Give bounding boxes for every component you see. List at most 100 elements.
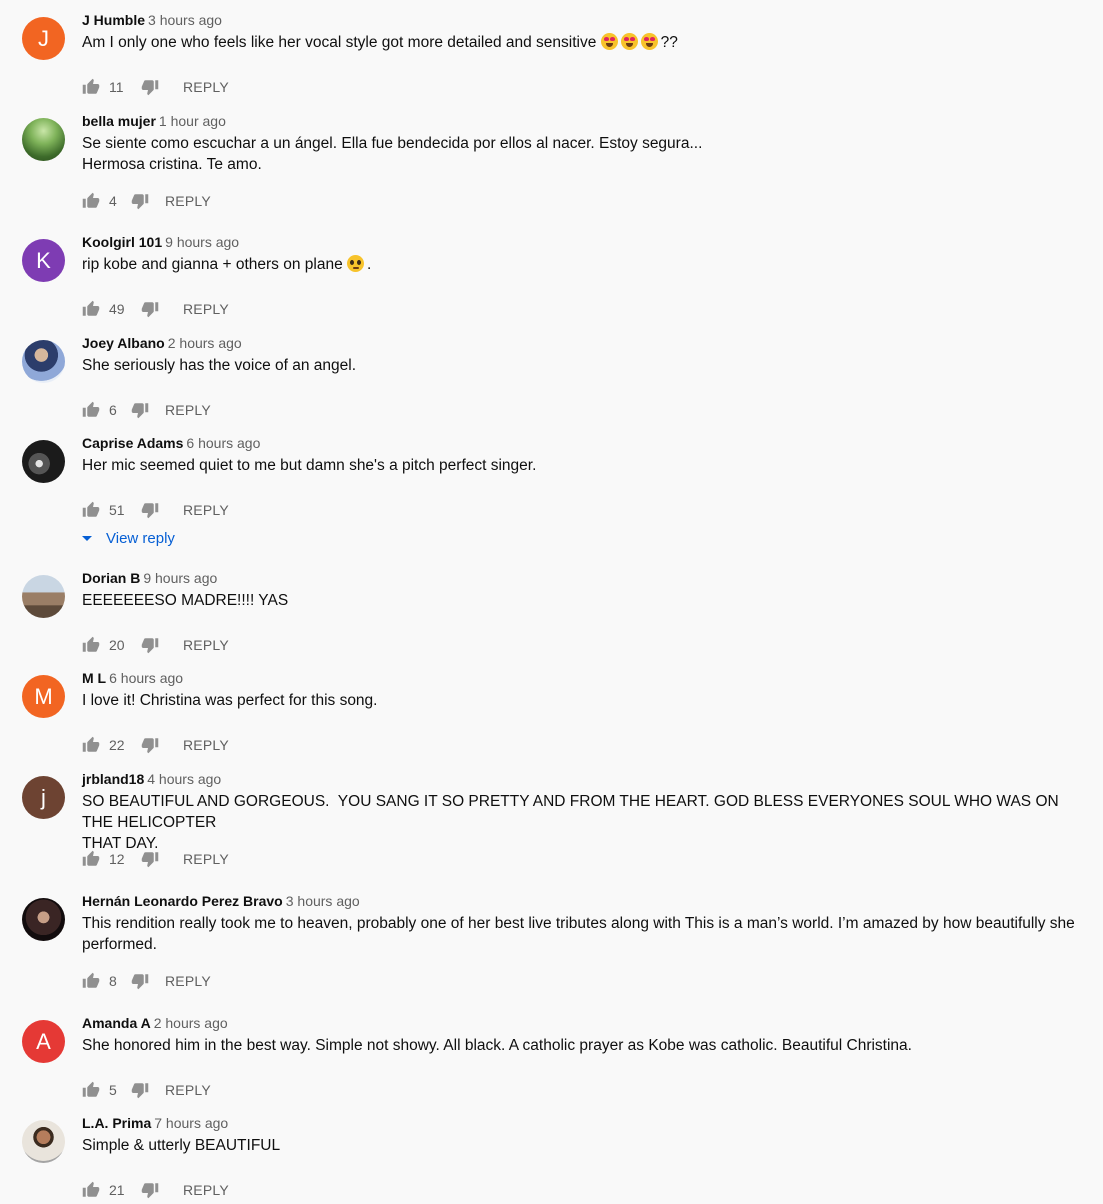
avatar-letter: M xyxy=(34,683,53,709)
comment-text-start: rip kobe and gianna + others on plane xyxy=(82,256,347,273)
comment-header: Joey Albano 2 hours ago xyxy=(82,335,242,352)
author-name[interactable]: Dorian B xyxy=(82,570,140,586)
avatar[interactable]: K xyxy=(22,239,65,282)
avatar[interactable] xyxy=(22,898,65,941)
comment-actions: 22 REPLY xyxy=(82,735,229,755)
reply-button[interactable]: REPLY xyxy=(165,402,211,418)
comment-timestamp[interactable]: 2 hours ago xyxy=(168,335,242,351)
like-count: 6 xyxy=(109,402,117,418)
comment-header: Dorian B9 hours ago xyxy=(82,570,217,587)
thumbs-up-icon[interactable] xyxy=(82,636,100,654)
author-name[interactable]: J Humble xyxy=(82,12,145,28)
avatar-letter: K xyxy=(36,247,51,273)
comment-timestamp[interactable]: 6 hours ago xyxy=(186,435,260,451)
comment-actions: 8 REPLY xyxy=(82,971,211,991)
comment-text: She seriously has the voice of an angel. xyxy=(82,357,357,374)
avatar[interactable] xyxy=(22,118,65,161)
thumbs-down-icon[interactable] xyxy=(141,850,159,868)
comment-text: Se siente como escuchar a un ángel. Ella… xyxy=(82,135,703,173)
thumbs-up-icon[interactable] xyxy=(82,850,100,868)
thumbs-down-icon[interactable] xyxy=(141,78,159,96)
avatar[interactable]: J xyxy=(22,17,65,60)
thumbs-down-icon[interactable] xyxy=(141,1181,159,1199)
comment-item: L.A. Prima 7 hours ago Simple & utterly BE… xyxy=(0,1115,1103,1199)
avatar[interactable]: A xyxy=(22,1020,65,1063)
author-name[interactable]: Amanda A xyxy=(82,1015,151,1031)
thumbs-down-icon[interactable] xyxy=(131,192,149,210)
comment-actions: 51 REPLY xyxy=(82,500,229,520)
reply-button[interactable]: REPLY xyxy=(183,637,229,653)
view-reply-button[interactable]: View reply xyxy=(82,530,175,547)
like-count: 22 xyxy=(109,737,125,753)
comment-text: I love it! Christina was perfect for thi… xyxy=(82,692,378,709)
thumbs-down-icon[interactable] xyxy=(141,736,159,754)
avatar[interactable] xyxy=(22,340,65,383)
comment-text: She honored him in the best way. Simple … xyxy=(82,1037,912,1054)
author-name[interactable]: M L xyxy=(82,670,106,686)
comment-timestamp[interactable]: 7 hours ago xyxy=(154,1115,228,1131)
avatar[interactable]: j xyxy=(22,776,65,819)
reply-button[interactable]: REPLY xyxy=(165,1082,211,1098)
thumbs-up-icon[interactable] xyxy=(82,1181,100,1199)
avatar[interactable] xyxy=(22,440,65,483)
like-count: 5 xyxy=(109,1082,117,1098)
comment-text-start: Am I only one who feels like her vocal s… xyxy=(82,34,601,51)
comment-timestamp[interactable]: 4 hours ago xyxy=(147,771,221,787)
like-count: 4 xyxy=(109,193,117,209)
thumbs-up-icon[interactable] xyxy=(82,78,100,96)
comment-timestamp[interactable]: 2 hours ago xyxy=(154,1015,228,1031)
author-name[interactable]: Caprise Adams xyxy=(82,435,183,451)
thumbs-up-icon[interactable] xyxy=(82,1081,100,1099)
avatar[interactable] xyxy=(22,1120,65,1163)
comment-text-end: ?? xyxy=(660,34,678,51)
avatar-letter: J xyxy=(38,25,49,51)
author-name[interactable]: Hernán Leonardo Perez Bravo xyxy=(82,893,283,909)
reply-button[interactable]: REPLY xyxy=(183,851,229,867)
comment-item: J J Humble 3 hours ago Am I only one who fe… xyxy=(0,12,1103,113)
thumbs-down-icon[interactable] xyxy=(131,1081,149,1099)
author-name[interactable]: Joey Albano xyxy=(82,335,165,351)
comment-item: K Koolgirl 101 9 hours ago rip kobe and gia… xyxy=(0,234,1103,335)
comment-header: J Humble 3 hours ago xyxy=(82,12,222,29)
comment-item: bella mujer 1 hour ago Se siente como escu… xyxy=(0,113,1103,234)
thumbs-down-icon[interactable] xyxy=(141,300,159,318)
like-count: 51 xyxy=(109,502,125,518)
thumbs-up-icon[interactable] xyxy=(82,972,100,990)
comment-actions: 11 REPLY xyxy=(82,77,229,97)
heart-eyes-face-emoji-icon xyxy=(620,33,638,50)
comment-timestamp[interactable]: 1 hour ago xyxy=(159,113,226,129)
avatar[interactable] xyxy=(22,575,65,618)
author-name[interactable]: jrbland18 xyxy=(82,771,144,787)
comment-timestamp[interactable]: 3 hours ago xyxy=(148,12,222,28)
comment-text-end: . xyxy=(367,256,372,273)
comment-actions: 5 REPLY xyxy=(82,1080,211,1100)
thumbs-up-icon[interactable] xyxy=(82,300,100,318)
like-count: 8 xyxy=(109,973,117,989)
reply-button[interactable]: REPLY xyxy=(183,1182,229,1198)
reply-button[interactable]: REPLY xyxy=(165,973,211,989)
thumbs-down-icon[interactable] xyxy=(131,401,149,419)
thumbs-up-icon[interactable] xyxy=(82,401,100,419)
comment-timestamp[interactable]: 3 hours ago xyxy=(286,893,360,909)
thumbs-up-icon[interactable] xyxy=(82,501,100,519)
reply-button[interactable]: REPLY xyxy=(183,79,229,95)
author-name[interactable]: L.A. Prima xyxy=(82,1115,151,1131)
comment-header: Koolgirl 101 9 hours ago xyxy=(82,234,239,251)
thumbs-down-icon[interactable] xyxy=(141,501,159,519)
comment-timestamp[interactable]: 9 hours ago xyxy=(143,570,217,586)
comment-timestamp[interactable]: 6 hours ago xyxy=(109,670,183,686)
thumbs-up-icon[interactable] xyxy=(82,736,100,754)
avatar[interactable]: M xyxy=(22,675,65,718)
thumbs-down-icon[interactable] xyxy=(141,636,159,654)
comment-timestamp[interactable]: 9 hours ago xyxy=(165,234,239,250)
like-count: 20 xyxy=(109,637,125,653)
reply-button[interactable]: REPLY xyxy=(183,301,229,317)
author-name[interactable]: Koolgirl 101 xyxy=(82,234,162,250)
reply-button[interactable]: REPLY xyxy=(183,502,229,518)
thumbs-down-icon[interactable] xyxy=(131,972,149,990)
reply-button[interactable]: REPLY xyxy=(183,737,229,753)
thumbs-up-icon[interactable] xyxy=(82,192,100,210)
author-name[interactable]: bella mujer xyxy=(82,113,156,129)
comment-text: Simple & utterly BEAUTIFUL xyxy=(82,1137,281,1154)
reply-button[interactable]: REPLY xyxy=(165,193,211,209)
